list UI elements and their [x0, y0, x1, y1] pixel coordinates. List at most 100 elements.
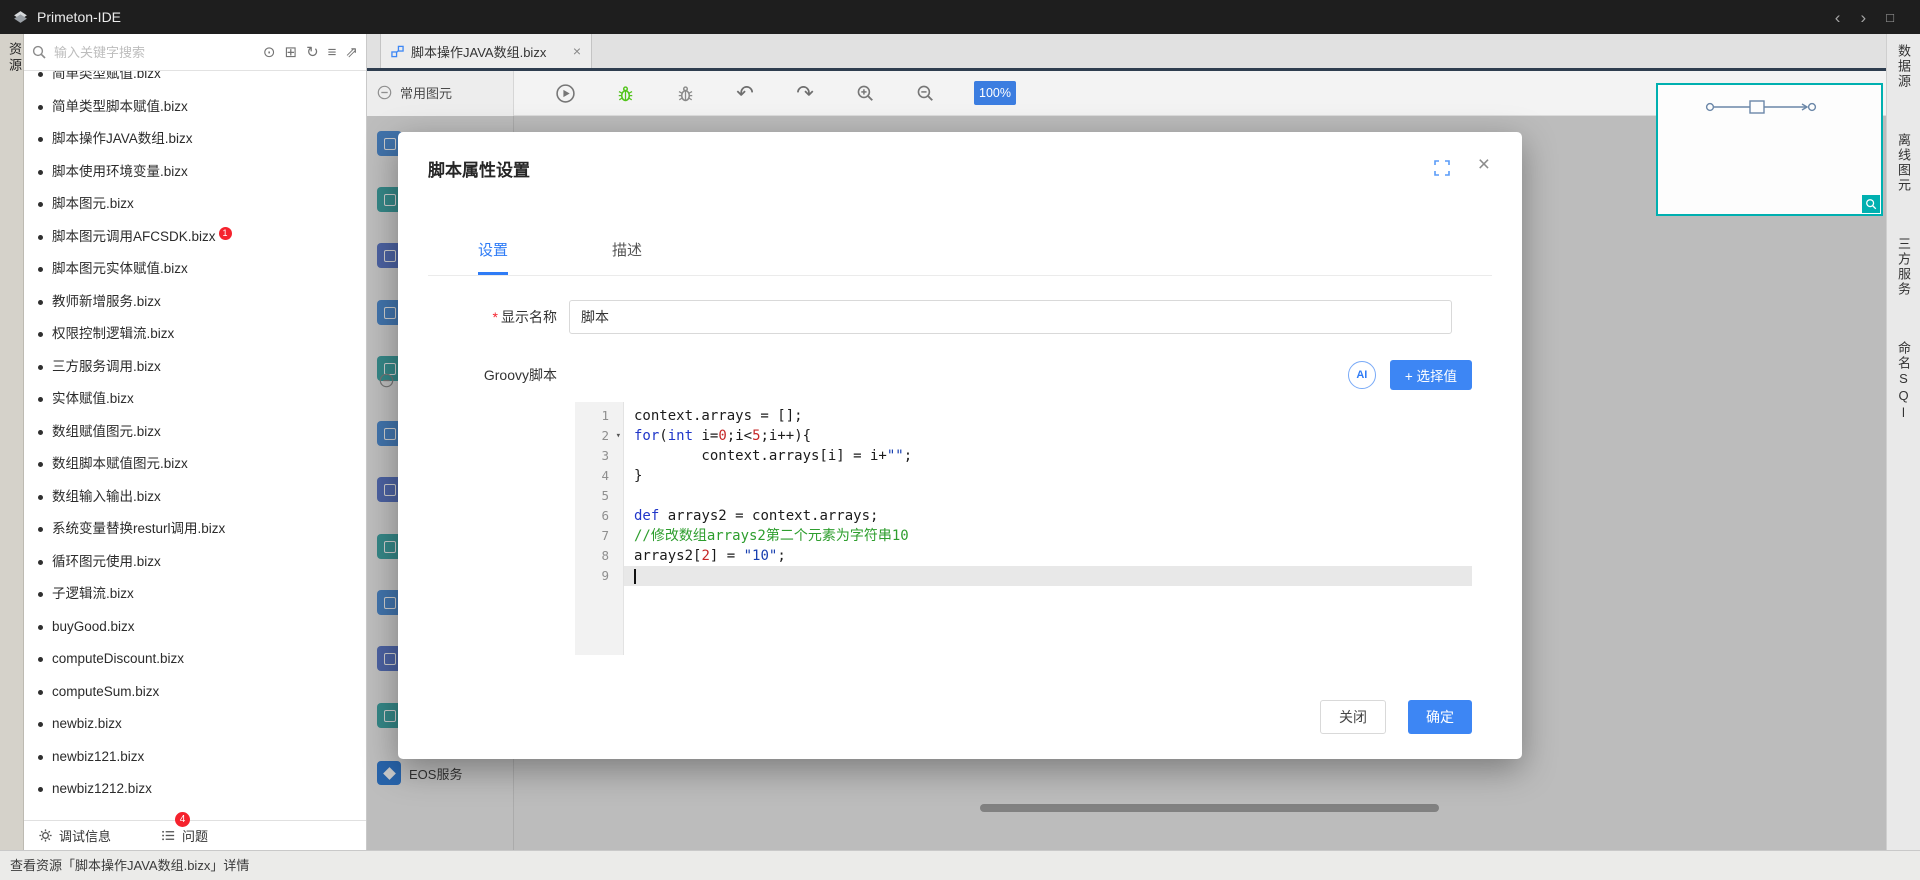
- code-line[interactable]: arrays2[2] = "10";: [624, 546, 1472, 566]
- export-icon[interactable]: ⇗: [345, 45, 358, 60]
- debug-gear-icon: [39, 829, 52, 842]
- bizx-file-icon: [391, 45, 404, 57]
- tree-item[interactable]: 脚本使用环境变量.bizx: [24, 156, 366, 189]
- file-bullet-icon: [38, 462, 43, 467]
- tree-item[interactable]: 教师新增服务.bizx: [24, 286, 366, 319]
- status-bar: 查看资源「脚本操作JAVA数组.bizx」详情: [0, 850, 1920, 880]
- groovy-code-editor[interactable]: 1 2 ▾ 3 4 5 6 7 8 9 context.arrays = []; for(int i…: [575, 402, 1472, 655]
- tree-item[interactable]: 子逻辑流.bizx: [24, 578, 366, 611]
- debug-stop-icon[interactable]: [674, 82, 696, 104]
- code-line[interactable]: [624, 486, 1472, 506]
- nav-forward-icon[interactable]: ›: [1860, 9, 1866, 26]
- file-name: 三方服务调用.bizx: [52, 358, 161, 374]
- tree-item[interactable]: 循环图元使用.bizx: [24, 546, 366, 579]
- right-rail-tab[interactable]: 离线图元: [1894, 133, 1913, 193]
- restore-window-icon[interactable]: □: [1886, 11, 1894, 24]
- debug-run-icon[interactable]: [614, 82, 636, 104]
- file-badge: 1: [218, 226, 232, 240]
- file-bullet-icon: [38, 104, 43, 110]
- tree-item[interactable]: newbiz1212.bizx: [24, 773, 366, 806]
- tree-item[interactable]: 简单类型赋值.bizx: [24, 71, 366, 91]
- tree-item[interactable]: 脚本操作JAVA数组.bizx: [24, 123, 366, 156]
- package-icon[interactable]: ⊞: [285, 45, 298, 60]
- display-name-input[interactable]: [569, 300, 1452, 334]
- problems-button[interactable]: 4 问题: [161, 812, 208, 845]
- tree-item[interactable]: 数组赋值图元.bizx: [24, 416, 366, 449]
- zoom-level-badge[interactable]: 100%: [974, 81, 1016, 105]
- tree-item[interactable]: 权限控制逻辑流.bizx: [24, 318, 366, 351]
- file-bullet-icon: [38, 234, 43, 240]
- app-title: Primeton-IDE: [37, 9, 122, 25]
- tree-item[interactable]: 脚本图元.bizx: [24, 188, 366, 221]
- groovy-script-row: Groovy脚本 AI + 选择值: [428, 360, 1472, 390]
- right-rail-tab[interactable]: 数据源: [1894, 44, 1913, 89]
- editor-tab[interactable]: 脚本操作JAVA数组.bizx ×: [380, 34, 592, 68]
- undo-icon[interactable]: ↶: [734, 82, 756, 104]
- file-bullet-icon: [38, 592, 43, 597]
- tree-item[interactable]: newbiz.bizx: [24, 708, 366, 741]
- file-bullet-icon: [38, 754, 43, 760]
- overview-zoom-handle[interactable]: [1862, 195, 1880, 213]
- tree-item[interactable]: 简单类型脚本赋值.bizx: [24, 91, 366, 124]
- status-text: 查看资源「脚本操作JAVA数组.bizx」详情: [10, 858, 250, 873]
- right-rail-tab[interactable]: 命名SQl: [1894, 341, 1913, 422]
- file-name: 数组赋值图元.bizx: [52, 423, 161, 439]
- sidebar-tools: ⊙ ⊞ ↻ ≡ ⇗: [263, 45, 358, 60]
- close-button[interactable]: 关闭: [1320, 700, 1386, 734]
- file-name: 权限控制逻辑流.bizx: [52, 326, 175, 341]
- tabbar-divider: [367, 68, 1886, 71]
- right-rail: 数据源离线图元三方服务命名SQl: [1886, 34, 1920, 850]
- left-rail: 资源: [0, 34, 24, 850]
- tree-item[interactable]: 实体赋值.bizx: [24, 383, 366, 416]
- tree-item[interactable]: 数组输入输出.bizx: [24, 481, 366, 514]
- line-number: 7: [601, 528, 609, 543]
- redo-icon[interactable]: ↷: [794, 82, 816, 104]
- file-bullet-icon: [38, 332, 43, 337]
- debug-info-button[interactable]: 调试信息: [38, 826, 111, 845]
- zoom-in-icon[interactable]: [854, 82, 876, 104]
- run-icon[interactable]: [554, 82, 576, 104]
- tab-settings[interactable]: 设置: [478, 239, 509, 275]
- tree-item[interactable]: 系统变量替换resturl调用.bizx: [24, 513, 366, 546]
- zoom-out-icon[interactable]: [914, 82, 936, 104]
- code-line[interactable]: def arrays2 = context.arrays;: [624, 506, 1472, 526]
- fold-caret-icon[interactable]: ▾: [616, 426, 621, 446]
- locate-icon[interactable]: ⊙: [263, 45, 276, 60]
- tree-item[interactable]: buyGood.bizx: [24, 611, 366, 644]
- tab-close-icon[interactable]: ×: [573, 43, 581, 59]
- file-bullet-icon: [38, 267, 43, 272]
- tree-item[interactable]: 数组脚本赋值图元.bizx: [24, 448, 366, 481]
- nav-back-icon[interactable]: ‹: [1835, 9, 1841, 26]
- tree-item[interactable]: newbiz121.bizx: [24, 741, 366, 774]
- code-line[interactable]: }: [624, 466, 1472, 486]
- right-rail-tab[interactable]: 三方服务: [1894, 237, 1913, 297]
- close-icon[interactable]: ×: [1478, 154, 1490, 175]
- code-line[interactable]: context.arrays = [];: [624, 406, 1472, 426]
- tree-item[interactable]: 三方服务调用.bizx: [24, 351, 366, 384]
- file-name: 脚本操作JAVA数组.bizx: [52, 131, 193, 146]
- file-bullet-icon: [38, 657, 43, 662]
- resources-rail-tab[interactable]: 资源: [0, 42, 24, 74]
- refresh-icon[interactable]: ↻: [306, 45, 319, 60]
- code-line[interactable]: //修改数组arrays2第二个元素为字符串10: [624, 526, 1472, 546]
- code-line[interactable]: for(int i=0;i<5;i++){: [624, 426, 1472, 446]
- file-bullet-icon: [38, 689, 43, 695]
- tree-item[interactable]: computeSum.bizx: [24, 676, 366, 709]
- code-line[interactable]: [624, 566, 1472, 586]
- line-number: 4: [601, 468, 609, 483]
- ok-button[interactable]: 确定: [1408, 700, 1472, 734]
- file-bullet-icon: [38, 397, 43, 402]
- file-bullet-icon: [38, 559, 43, 565]
- canvas-overview-panel[interactable]: [1656, 83, 1883, 216]
- tab-description[interactable]: 描述: [612, 239, 642, 275]
- tree-item[interactable]: 脚本图元调用AFCSDK.bizx 1: [24, 221, 366, 254]
- tree-item[interactable]: 脚本图元实体赋值.bizx: [24, 253, 366, 286]
- search-input[interactable]: [52, 43, 263, 61]
- ai-assist-icon[interactable]: AI: [1347, 361, 1376, 389]
- code-line[interactable]: context.arrays[i] = i+"";: [624, 446, 1472, 466]
- select-value-button[interactable]: + 选择值: [1389, 360, 1472, 390]
- fullscreen-icon[interactable]: [1434, 160, 1450, 176]
- list-view-icon[interactable]: ≡: [328, 45, 337, 60]
- line-number: 8: [601, 548, 609, 563]
- tree-item[interactable]: computeDiscount.bizx: [24, 643, 366, 676]
